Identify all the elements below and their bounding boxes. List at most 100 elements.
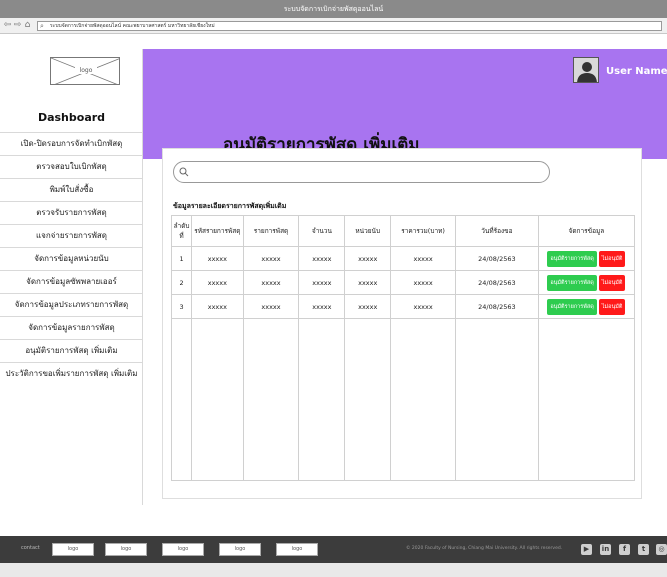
cell-unit: xxxxx xyxy=(344,270,392,295)
sidebar-item-manage-categories[interactable]: จัดการข้อมูลประเภทรายการพัสดุ xyxy=(0,293,143,316)
youtube-icon[interactable]: ▶ xyxy=(581,544,592,555)
instagram-icon[interactable]: ◎ xyxy=(656,544,667,555)
footer-logo[interactable]: logo xyxy=(219,543,261,556)
column-header-actions: จัดการข้อมูล xyxy=(537,215,636,247)
reject-button[interactable]: ไม่อนุมัติ xyxy=(598,298,626,315)
sidebar-item-check-requisition[interactable]: ตรวจสอบใบเบิกพัสดุ xyxy=(0,155,143,178)
sidebar-item-approve-additional[interactable]: อนุมัติรายการพัสดุ เพิ่มเติม xyxy=(0,339,143,362)
sidebar-item-manage-suppliers[interactable]: จัดการข้อมูลซัพพลายเออร์ xyxy=(0,270,143,293)
footer-logo-label: logo xyxy=(67,546,79,552)
cell-qty: xxxxx xyxy=(298,270,346,295)
column-header-name: รายการพัสดุ xyxy=(242,215,300,247)
approve-button[interactable]: อนุมัติรายการพัสดุ xyxy=(547,298,597,315)
footer-logo-label: logo xyxy=(120,546,132,552)
linkedin-icon[interactable]: in xyxy=(600,544,611,555)
table-empty-area xyxy=(170,318,636,481)
footer-logo[interactable]: logo xyxy=(52,543,94,556)
browser-nav-bar: ⇦ ⇨ ⌂ ⌕ ระบบจัดการเบิกจ่ายพัสดุออนไลน์ ค… xyxy=(0,18,667,34)
cell-date: 24/08/2563 xyxy=(455,246,539,271)
sidebar-item-receive-items[interactable]: ตรวจรับรายการพัสดุ xyxy=(0,201,143,224)
empty-cell xyxy=(191,318,244,481)
column-header-unit: หน่วยนับ xyxy=(344,215,392,247)
cell-total: xxxxx xyxy=(390,246,457,271)
footer-logo-label: logo xyxy=(291,546,303,552)
sidebar-item-manage-units[interactable]: จัดการข้อมูลหน่วยนับ xyxy=(0,247,143,270)
cell-unit: xxxxx xyxy=(344,294,392,319)
sidebar-menu: เปิด-ปิดรอบการจัดทำเบิกพัสดุ ตรวจสอบใบเบ… xyxy=(0,132,143,394)
logo-label: logo xyxy=(75,67,97,74)
sidebar-item-print-purchase-order[interactable]: พิมพ์ใบสั่งซื้อ xyxy=(0,178,143,201)
sidebar-item-additional-history[interactable]: ประวัติการขอเพิ่มรายการพัสดุ เพิ่มเติม xyxy=(0,362,143,394)
address-text: ระบบจัดการเบิกจ่ายพัสดุออนไลน์ คณะพยาบาล… xyxy=(50,23,215,29)
empty-cell xyxy=(390,318,457,481)
approve-button[interactable]: อนุมัติรายการพัสดุ xyxy=(547,274,597,291)
cell-date: 24/08/2563 xyxy=(455,294,539,319)
logo: logo xyxy=(50,57,120,85)
copyright-text: © 2020 Faculty of Nursing, Chiang Mai Un… xyxy=(406,546,563,551)
column-header-no: ลำดับที่ xyxy=(170,215,193,247)
facebook-icon[interactable]: f xyxy=(619,544,630,555)
column-header-code: รหัสรายการพัสดุ xyxy=(191,215,244,247)
approve-button[interactable]: อนุมัติรายการพัสดุ xyxy=(547,250,597,267)
cell-unit: xxxxx xyxy=(344,246,392,271)
cell-total: xxxxx xyxy=(390,294,457,319)
sidebar: logo Dashboard เปิด-ปิดรอบการจัดทำเบิกพั… xyxy=(0,49,143,505)
search-icon xyxy=(179,167,189,177)
cell-actions: อนุมัติรายการพัสดุ ไม่อนุมัติ xyxy=(537,270,636,295)
avatar[interactable] xyxy=(573,57,599,83)
empty-cell xyxy=(170,318,193,481)
window-title: ระบบจัดการเบิกจ่ายพัสดุออนไลน์ xyxy=(0,0,667,18)
empty-cell xyxy=(455,318,539,481)
footer-logo-label: logo xyxy=(234,546,246,552)
bottom-bar xyxy=(0,563,667,577)
table-row: 2 xxxxx xxxxx xxxxx xxxxx xxxxx 24/08/25… xyxy=(170,270,636,295)
user-icon xyxy=(574,58,598,82)
column-header-qty: จำนวน xyxy=(298,215,346,247)
cell-qty: xxxxx xyxy=(298,246,346,271)
sidebar-item-manage-items[interactable]: จัดการข้อมูลรายการพัสดุ xyxy=(0,316,143,339)
sidebar-item-open-close-round[interactable]: เปิด-ปิดรอบการจัดทำเบิกพัสดุ xyxy=(0,132,143,155)
cell-no: 3 xyxy=(170,294,193,319)
footer: contact logo logo logo logo logo © 2020 … xyxy=(0,536,667,563)
reject-button[interactable]: ไม่อนุมัติ xyxy=(598,274,626,291)
search-icon: ⌕ xyxy=(40,22,44,30)
section-title: ข้อมูลรายละเอียดรายการพัสดุเพิ่มเติม xyxy=(173,202,287,210)
address-bar[interactable]: ⌕ ระบบจัดการเบิกจ่ายพัสดุออนไลน์ คณะพยาบ… xyxy=(37,21,662,31)
cell-date: 24/08/2563 xyxy=(455,270,539,295)
cell-total: xxxxx xyxy=(390,270,457,295)
table-header-row: ลำดับที่ รหัสรายการพัสดุ รายการพัสดุ จำน… xyxy=(170,215,636,247)
empty-cell xyxy=(537,318,636,481)
cell-name: xxxxx xyxy=(242,294,300,319)
table-row: 3 xxxxx xxxxx xxxxx xxxxx xxxxx 24/08/25… xyxy=(170,294,636,319)
content-card: ข้อมูลรายละเอียดรายการพัสดุเพิ่มเติม ลำด… xyxy=(162,148,642,499)
empty-cell xyxy=(298,318,346,481)
footer-logo-label: logo xyxy=(177,546,189,552)
footer-logo[interactable]: logo xyxy=(276,543,318,556)
cell-actions: อนุมัติรายการพัสดุ ไม่อนุมัติ xyxy=(537,246,636,271)
column-header-total: ราคารวม(บาท) xyxy=(390,215,457,247)
empty-cell xyxy=(344,318,392,481)
empty-cell xyxy=(242,318,300,481)
cell-name: xxxxx xyxy=(242,246,300,271)
cell-actions: อนุมัติรายการพัสดุ ไม่อนุมัติ xyxy=(537,294,636,319)
column-header-date: วันที่ร้องขอ xyxy=(455,215,539,247)
cell-code: xxxxx xyxy=(191,246,244,271)
footer-logo[interactable]: logo xyxy=(162,543,204,556)
sidebar-item-distribute-items[interactable]: แจกจ่ายรายการพัสดุ xyxy=(0,224,143,247)
reject-button[interactable]: ไม่อนุมัติ xyxy=(598,250,626,267)
page-header: User Name อนุมัติรายการพัสดุ เพิ่มเติม xyxy=(143,49,667,159)
contact-link[interactable]: contact xyxy=(21,545,40,551)
cell-no: 1 xyxy=(170,246,193,271)
cell-qty: xxxxx xyxy=(298,294,346,319)
search-input[interactable] xyxy=(173,161,550,183)
dashboard-title: Dashboard xyxy=(37,111,106,124)
cell-code: xxxxx xyxy=(191,270,244,295)
twitter-icon[interactable]: t xyxy=(638,544,649,555)
user-name[interactable]: User Name xyxy=(606,66,667,77)
cell-no: 2 xyxy=(170,270,193,295)
home-icon[interactable]: ⌂ xyxy=(22,20,33,31)
table-row: 1 xxxxx xxxxx xxxxx xxxxx xxxxx 24/08/25… xyxy=(170,246,636,271)
cell-name: xxxxx xyxy=(242,270,300,295)
footer-logo[interactable]: logo xyxy=(105,543,147,556)
cell-code: xxxxx xyxy=(191,294,244,319)
